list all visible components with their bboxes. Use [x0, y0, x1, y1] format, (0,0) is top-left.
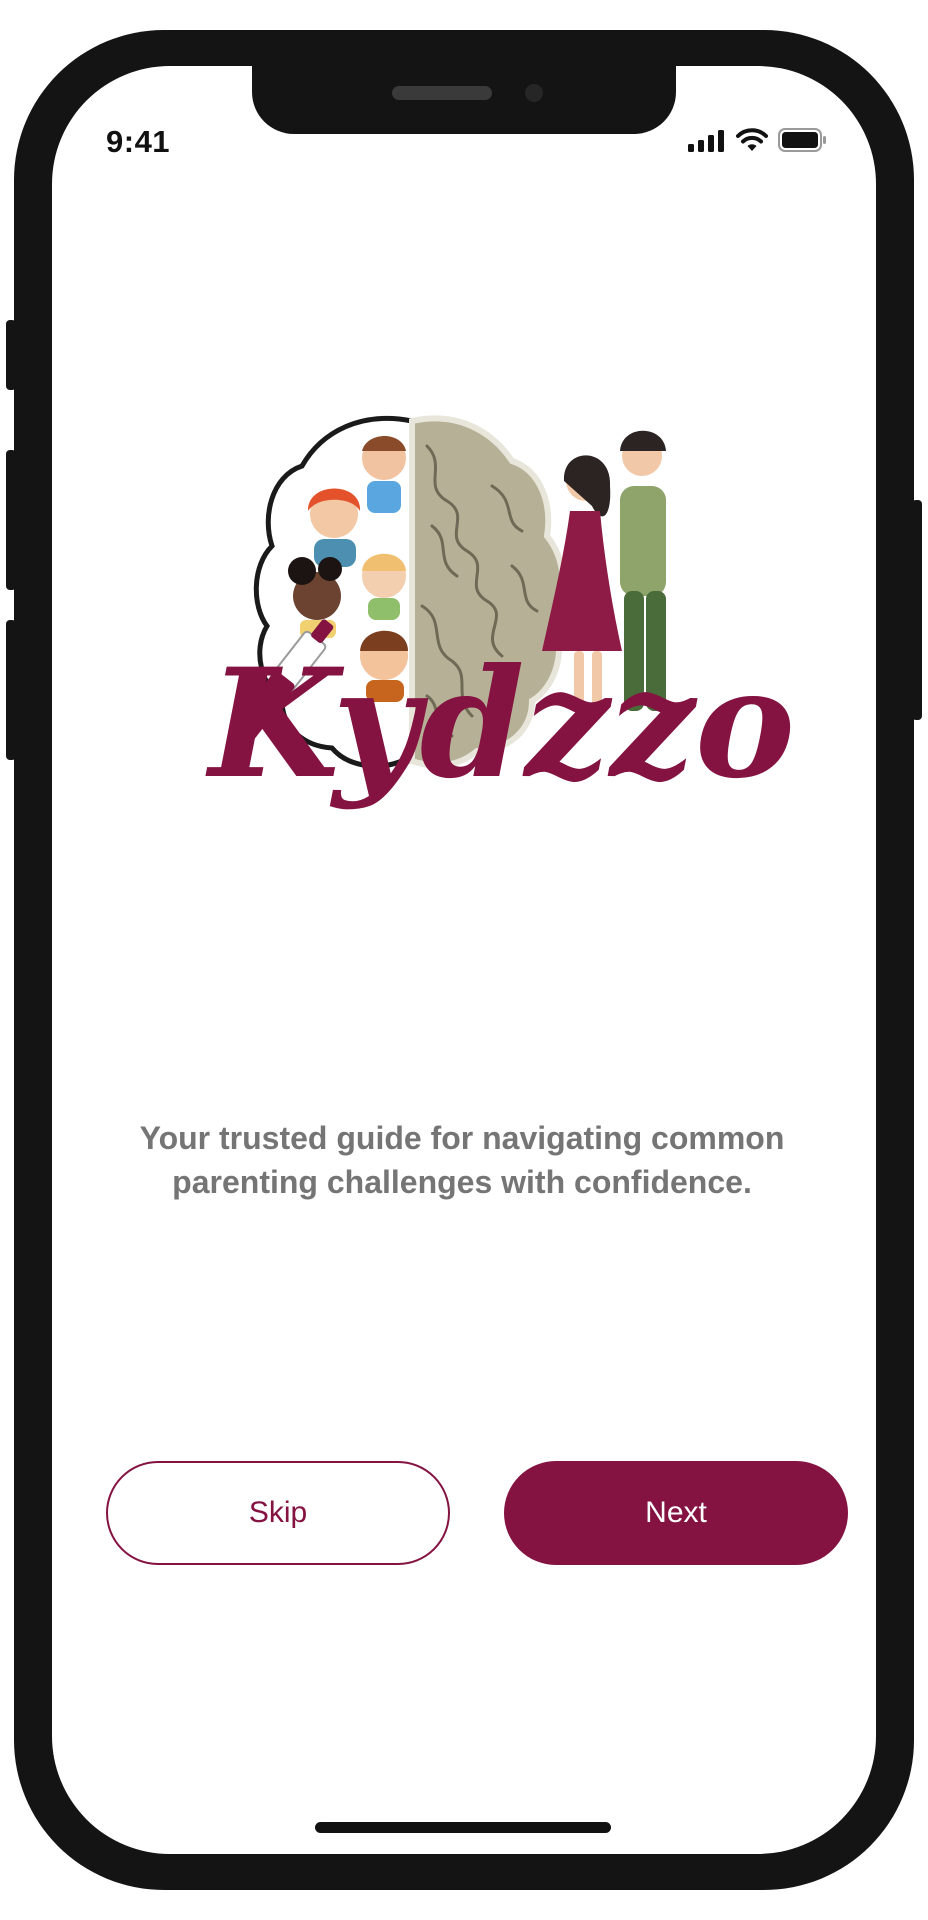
skip-button[interactable]: Skip — [106, 1461, 450, 1565]
home-indicator[interactable] — [315, 1822, 611, 1833]
next-button[interactable]: Next — [504, 1461, 848, 1565]
silent-switch — [6, 320, 16, 390]
front-camera — [525, 84, 543, 102]
status-time: 9:41 — [106, 124, 171, 159]
notch — [252, 66, 676, 134]
app-screen: 9:41 Kydzzo Your trusted guide for navig… — [52, 66, 876, 1854]
wifi-icon — [736, 128, 768, 157]
signal-icon — [688, 130, 726, 157]
hero-illustration: Kydzzo — [172, 406, 795, 946]
phone-frame: 9:41 Kydzzo Your trusted guide for navig… — [6, 30, 922, 1890]
brand-illustration: Kydzzo — [205, 415, 795, 812]
battery-icon — [778, 128, 828, 157]
onboarding-tagline: Your trusted guide for navigating common… — [139, 1120, 785, 1200]
next-button-label: Next — [645, 1496, 707, 1529]
status-icons — [688, 128, 828, 157]
kydzzo-logo-text: Kydzzo — [205, 636, 792, 812]
power-button — [912, 500, 922, 720]
skip-button-label: Skip — [248, 1496, 308, 1529]
volume-up-button — [6, 450, 16, 590]
speaker-grille — [392, 86, 492, 100]
volume-down-button — [6, 620, 16, 760]
